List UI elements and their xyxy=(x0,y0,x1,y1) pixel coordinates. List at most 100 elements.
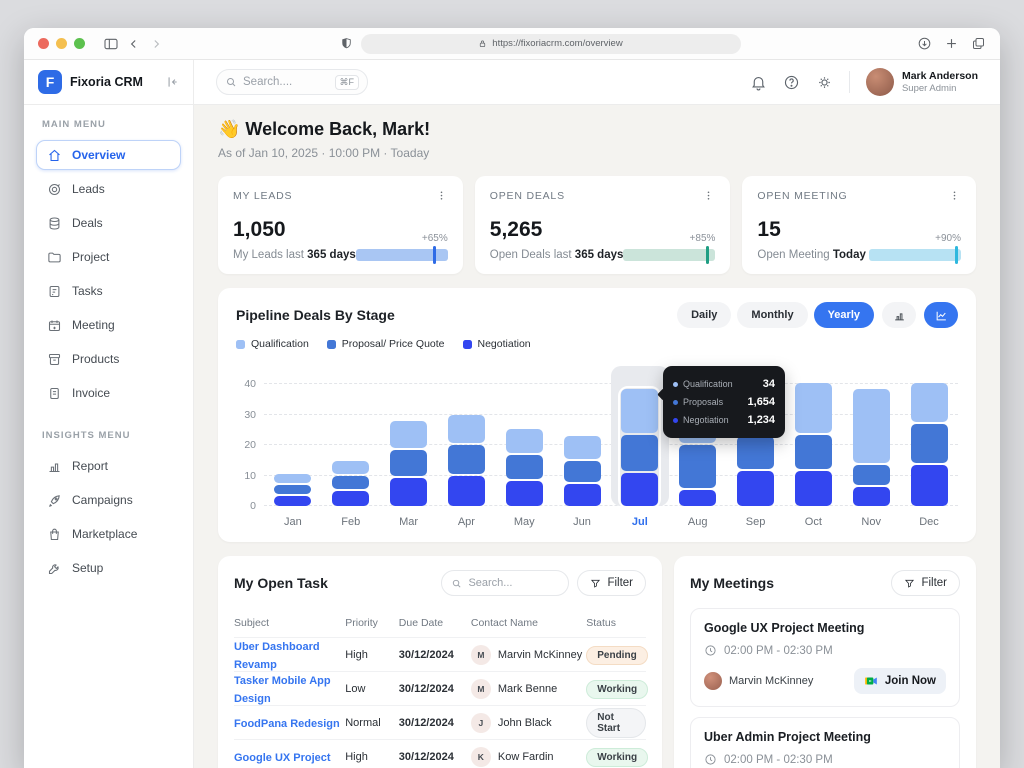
range-button-monthly[interactable]: Monthly xyxy=(737,302,808,328)
bar-segment xyxy=(737,436,775,470)
y-tick-label: 0 xyxy=(250,500,256,512)
downloads-icon[interactable] xyxy=(917,36,932,51)
sidebar-item-invoice[interactable]: Invoice xyxy=(36,378,181,408)
user-menu[interactable]: Mark Anderson Super Admin xyxy=(865,68,978,96)
collapse-sidebar-icon[interactable] xyxy=(165,75,179,89)
table-row[interactable]: FoodPana Redesign Normal 30/12/2024 J Jo… xyxy=(234,706,646,740)
bar-segment xyxy=(332,460,370,474)
tooltip-dot xyxy=(673,381,679,387)
table-row[interactable]: Tasker Mobile App Design Low 30/12/2024 … xyxy=(234,672,649,706)
kebab-menu-icon[interactable] xyxy=(435,189,448,202)
back-icon[interactable] xyxy=(127,37,141,51)
address-bar[interactable]: https://fixoriacrm.com/overview xyxy=(360,33,741,54)
sidebar-item-tasks[interactable]: Tasks xyxy=(36,276,181,306)
column-header-due-date: Due Date xyxy=(398,616,444,629)
legend-swatch xyxy=(236,339,245,349)
tab-overview-icon[interactable] xyxy=(971,36,986,51)
range-button-daily[interactable]: Daily xyxy=(677,302,732,328)
new-tab-icon[interactable] xyxy=(944,36,959,51)
global-search-input[interactable]: Search.... ⌘F xyxy=(216,69,368,95)
bar-segment xyxy=(794,471,832,506)
kebab-menu-icon[interactable] xyxy=(702,189,715,202)
settings-gear-icon[interactable] xyxy=(816,74,833,91)
bar-column-jul[interactable] xyxy=(610,366,669,509)
stat-caption: My Leads last 365 days xyxy=(233,249,356,261)
sidebar-item-marketplace[interactable]: Marketplace xyxy=(36,519,181,549)
sidebar-item-report[interactable]: Report xyxy=(36,451,181,481)
bar-segment xyxy=(852,486,890,506)
sidebar-item-campaigns[interactable]: Campaigns xyxy=(36,485,181,515)
sidebar-item-meeting[interactable]: Meeting xyxy=(36,310,181,340)
meetings-filter-button[interactable]: Filter xyxy=(891,570,960,596)
sidebar-item-label: Setup xyxy=(72,561,104,575)
task-subject-link[interactable]: Uber Dashboard Revamp xyxy=(234,641,320,671)
line-view-button[interactable] xyxy=(924,302,958,328)
close-window-icon[interactable] xyxy=(38,38,49,49)
forward-icon[interactable] xyxy=(149,37,163,51)
sidebar-item-project[interactable]: Project xyxy=(36,242,181,272)
table-header-row: Subject Priority Due Date Contact Name S… xyxy=(234,608,646,638)
user-avatar xyxy=(865,68,894,96)
bar-view-button[interactable] xyxy=(882,302,916,328)
x-tick-label: Dec xyxy=(919,516,939,528)
task-subject-link[interactable]: FoodPana Redesign xyxy=(234,718,340,730)
table-row[interactable]: Google UX Project High 30/12/2024 K Kow … xyxy=(234,740,649,768)
x-tick-label: Feb xyxy=(341,516,361,528)
help-icon[interactable] xyxy=(783,74,800,91)
stat-delta: +90% xyxy=(935,233,961,244)
range-button-yearly[interactable]: Yearly xyxy=(813,302,874,328)
tooltip-dot xyxy=(673,417,679,423)
sidebar-item-deals[interactable]: Deals xyxy=(36,208,181,238)
shopping-bag-icon xyxy=(47,527,62,542)
sidebar-item-setup[interactable]: Setup xyxy=(36,553,181,583)
meeting-card: Google UX Project Meeting 02:00 PM - 02:… xyxy=(690,608,960,707)
attendee-avatar xyxy=(704,672,722,690)
table-row[interactable]: Uber Dashboard Revamp High 30/12/2024 M … xyxy=(234,638,648,672)
sidebar-item-label: Report xyxy=(72,459,109,473)
bar-column-jan[interactable] xyxy=(264,366,322,506)
bar-column-apr[interactable] xyxy=(437,366,495,506)
task-subject-link[interactable]: Google UX Project xyxy=(234,752,331,764)
bar-column-dec[interactable] xyxy=(900,366,958,506)
tooltip-value: 1,234 xyxy=(747,414,776,426)
bar-column-oct[interactable] xyxy=(784,366,842,506)
bar-column-may[interactable] xyxy=(495,366,553,506)
kebab-menu-icon[interactable] xyxy=(948,189,961,202)
pipeline-chart-card: Pipeline Deals By Stage Daily Monthly Year… xyxy=(218,288,976,542)
task-subject-link[interactable]: Tasker Mobile App Design xyxy=(234,675,331,705)
search-placeholder: Search... xyxy=(468,577,513,589)
bar-column-feb[interactable] xyxy=(322,366,380,506)
bar-column-jun[interactable] xyxy=(553,366,611,506)
tasks-filter-button[interactable]: Filter xyxy=(577,570,646,596)
shield-icon[interactable] xyxy=(340,37,353,50)
chart-columns xyxy=(264,366,958,509)
stat-delta: +65% xyxy=(421,233,448,244)
status-badge: Not Start xyxy=(586,707,646,738)
stat-cards-row: MY LEADS 1,050 My Leads last 365 days +6… xyxy=(218,176,976,274)
contact-name: Marvin McKinney xyxy=(497,648,583,661)
sidebar-item-products[interactable]: Products xyxy=(36,344,181,374)
bar-column-mar[interactable] xyxy=(380,366,438,506)
join-now-button[interactable]: Join Now xyxy=(853,668,946,694)
sidebar-item-label: Meeting xyxy=(72,318,115,332)
bar-segment xyxy=(505,480,543,506)
sidebar-item-leads[interactable]: Leads xyxy=(36,174,181,204)
task-priority: Normal xyxy=(345,716,381,729)
fixoria-logo-icon[interactable]: F xyxy=(38,70,62,94)
column-header-priority: Priority xyxy=(345,616,378,629)
bar-column-nov[interactable] xyxy=(842,366,900,506)
tasks-search-input[interactable]: Search... xyxy=(441,570,570,596)
stat-value: 15 xyxy=(757,218,781,241)
minimize-window-icon[interactable] xyxy=(56,38,67,49)
meeting-card: Uber Admin Project Meeting 02:00 PM - 02… xyxy=(690,717,960,768)
window-controls[interactable] xyxy=(38,38,85,49)
sidebar-toggle-icon[interactable] xyxy=(103,36,119,52)
chart-title: Pipeline Deals By Stage xyxy=(236,307,395,323)
sidebar-item-label: Project xyxy=(72,250,110,264)
task-note-icon xyxy=(47,284,62,299)
notifications-icon[interactable] xyxy=(750,74,767,91)
sidebar-item-overview[interactable]: Overview xyxy=(36,140,181,170)
progress-marker xyxy=(706,246,710,264)
sidebar-item-label: Tasks xyxy=(72,284,103,298)
zoom-window-icon[interactable] xyxy=(74,38,85,49)
